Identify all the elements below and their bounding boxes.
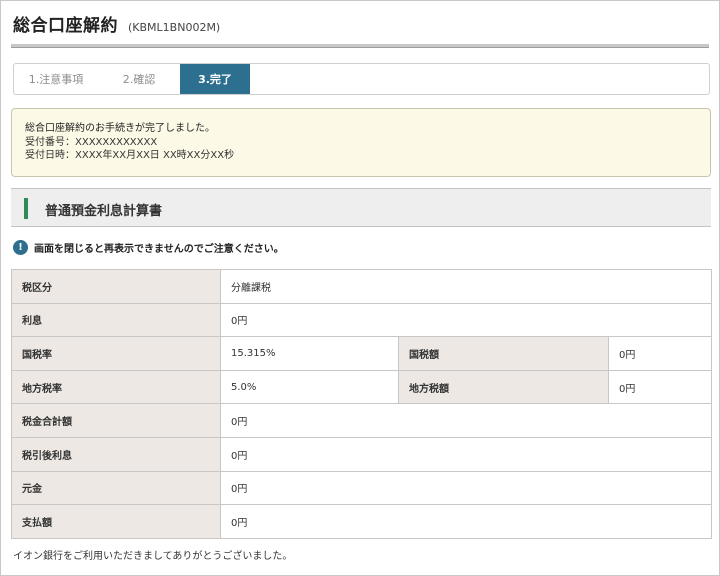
section-title: 普通預金利息計算書 — [45, 204, 163, 219]
table-row: 支払額 0円 — [11, 504, 713, 539]
national-tax-amount-label: 国税額 — [398, 336, 609, 371]
page-frame: 総合口座解約 (KBML1BN002M) 1.注意事項 2.確認 3.完了 総合… — [0, 0, 720, 576]
interest-value: 0円 — [219, 302, 713, 338]
completion-notice: 総合口座解約のお手続きが完了しました。 受付番号：XXXXXXXXXXXX 受付… — [11, 108, 711, 177]
payment-label: 支払額 — [11, 504, 221, 539]
exclamation-icon: ! — [13, 239, 28, 255]
table-row: 地方税率 5.0% 地方税額 0円 — [11, 369, 713, 405]
completion-message: 総合口座解約のお手続きが完了しました。 — [25, 123, 215, 134]
receipt-number: 受付番号：XXXXXXXXXXXX — [25, 136, 158, 148]
principal-value: 0円 — [219, 470, 713, 506]
local-tax-rate-value: 5.0% — [220, 369, 399, 405]
local-tax-rate-label: 地方税率 — [11, 369, 221, 405]
national-tax-amount-value: 0円 — [607, 336, 713, 371]
table-row: 税引後利息 0円 — [11, 436, 713, 472]
national-tax-rate-value: 15.315% — [220, 336, 399, 371]
step-confirm: 2.確認 — [122, 73, 156, 86]
table-row: 税金合計額 0円 — [11, 403, 713, 438]
after-tax-interest-value: 0円 — [219, 436, 713, 472]
payment-value: 0円 — [219, 504, 713, 539]
page-title: 総合口座解約 — [13, 16, 118, 36]
receipt-datetime: 受付日時：XXXX年XX月XX日 XX時XX分XX秒 — [25, 150, 235, 161]
local-tax-amount-value: 0円 — [607, 369, 713, 405]
warning-text: 画面を閉じると再表示できませんのでご注意ください。 — [34, 243, 284, 255]
table-row: 利息 0円 — [11, 302, 713, 338]
tax-category-value: 分離課税 — [219, 269, 713, 304]
section-accent-bar — [24, 198, 28, 219]
tax-category-label: 税区分 — [11, 269, 221, 304]
interest-label: 利息 — [11, 302, 221, 338]
step-notice: 1.注意事項 — [28, 73, 84, 86]
total-tax-label: 税金合計額 — [11, 403, 221, 438]
table-row: 国税率 15.315% 国税額 0円 — [11, 336, 713, 371]
section-header: 普通預金利息計算書 — [11, 188, 711, 227]
interest-calculation-table: 税区分 分離課税 利息 0円 国税率 15.315% 国税額 0円 地方税率 5… — [11, 269, 713, 539]
step-complete: 3.完了 — [180, 64, 250, 94]
after-tax-interest-label: 税引後利息 — [11, 436, 221, 472]
local-tax-amount-label: 地方税額 — [398, 369, 609, 405]
national-tax-rate-label: 国税率 — [11, 336, 221, 371]
table-row: 税区分 分離課税 — [11, 269, 713, 304]
total-tax-value: 0円 — [219, 403, 713, 438]
table-row: 元金 0円 — [11, 470, 713, 506]
page-header: 総合口座解約 (KBML1BN002M) — [13, 11, 221, 36]
screen-code: (KBML1BN002M) — [128, 21, 221, 34]
principal-label: 元金 — [11, 470, 221, 506]
progress-stepper: 1.注意事項 2.確認 3.完了 — [13, 63, 710, 95]
thank-you-message: イオン銀行をご利用いただきましてありがとうございました。 — [13, 551, 293, 562]
header-divider — [11, 44, 709, 48]
warning-message: ! 画面を閉じると再表示できませんのでご注意ください。 — [13, 239, 284, 255]
